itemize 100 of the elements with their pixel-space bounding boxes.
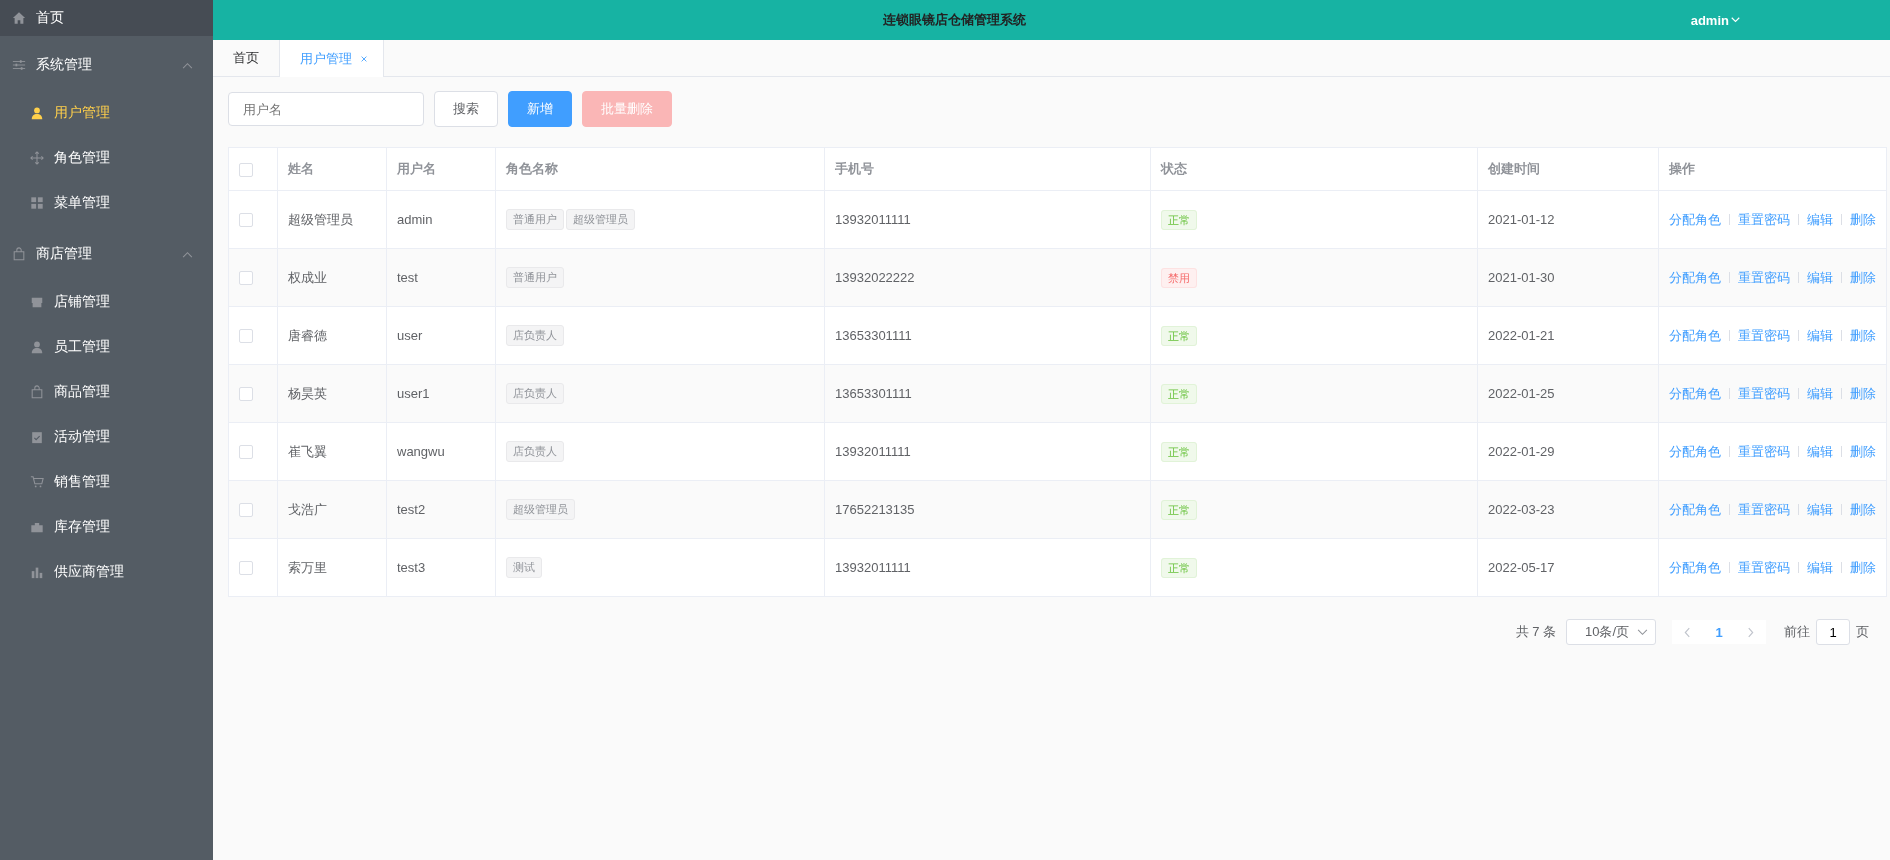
action-link[interactable]: 分配角色 xyxy=(1669,210,1721,229)
search-field[interactable]: 用户名 xyxy=(228,92,424,126)
tab[interactable]: 用户管理 xyxy=(279,40,384,77)
action-link[interactable]: 重置密码 xyxy=(1738,384,1790,403)
table-cell: 唐睿德 xyxy=(288,327,327,343)
table-cell: user1 xyxy=(397,386,430,401)
menu-item[interactable]: 菜单管理 xyxy=(0,180,213,225)
chevron-down-icon xyxy=(1637,628,1648,636)
checkbox[interactable] xyxy=(239,213,253,228)
action-link[interactable]: 编辑 xyxy=(1807,210,1833,229)
status-tag: 正常 xyxy=(1161,557,1197,578)
menu-item[interactable]: 角色管理 xyxy=(0,135,213,180)
checkbox[interactable] xyxy=(239,387,253,402)
menu-item[interactable]: 首页 xyxy=(0,0,213,36)
action-link[interactable]: 删除 xyxy=(1850,326,1876,345)
sliders-icon xyxy=(12,58,26,72)
checkbox[interactable] xyxy=(239,445,253,460)
menu-item[interactable]: 店铺管理 xyxy=(0,279,213,324)
table-cell: 13932011111 xyxy=(835,444,911,459)
table-cell: 13653301111 xyxy=(835,328,912,343)
action-link[interactable]: 分配角色 xyxy=(1669,558,1721,577)
action-link[interactable]: 重置密码 xyxy=(1738,326,1790,345)
table-cell: 2021-01-30 xyxy=(1488,270,1555,285)
menu-group[interactable]: 系统管理 xyxy=(0,40,213,90)
table-cell: 索万里 xyxy=(288,559,327,575)
action-link[interactable]: 删除 xyxy=(1850,210,1876,229)
action-link[interactable]: 编辑 xyxy=(1807,500,1833,519)
goto-label: 前往 xyxy=(1784,623,1810,641)
checkbox[interactable] xyxy=(239,271,253,286)
role-tag: 普通用户 xyxy=(506,267,564,288)
table-cell: 权成业 xyxy=(288,269,327,285)
action-link[interactable]: 重置密码 xyxy=(1738,268,1790,287)
action-button[interactable]: 搜索 xyxy=(434,91,498,127)
menu-item[interactable]: 库存管理 xyxy=(0,504,213,549)
table-cell: 超级管理员 xyxy=(288,211,353,227)
role-tag: 超级管理员 xyxy=(566,209,635,230)
page-number[interactable]: 1 xyxy=(1715,624,1723,640)
action-button[interactable]: 新增 xyxy=(508,91,572,127)
checkbox[interactable] xyxy=(239,329,253,344)
action-link[interactable]: 重置密码 xyxy=(1738,442,1790,461)
home-icon xyxy=(12,11,26,25)
action-link[interactable]: 分配角色 xyxy=(1669,442,1721,461)
table-cell: 17652213135 xyxy=(835,502,915,517)
menu-item[interactable]: 活动管理 xyxy=(0,414,213,459)
table-cell: user xyxy=(397,328,423,343)
close-icon[interactable] xyxy=(360,54,368,63)
column-header: 姓名 xyxy=(288,161,314,176)
action-link[interactable]: 重置密码 xyxy=(1738,558,1790,577)
status-tag: 正常 xyxy=(1161,325,1197,346)
action-link[interactable]: 分配角色 xyxy=(1669,268,1721,287)
next-page-icon[interactable] xyxy=(1747,626,1754,638)
menu-item[interactable]: 员工管理 xyxy=(0,324,213,369)
table-cell: test3 xyxy=(397,560,426,575)
page-input[interactable]: 1 xyxy=(1816,619,1850,645)
page-size-select[interactable]: 10条/页 xyxy=(1566,619,1656,645)
action-link[interactable]: 删除 xyxy=(1850,268,1876,287)
menu-item[interactable]: 销售管理 xyxy=(0,459,213,504)
action-link[interactable]: 删除 xyxy=(1850,442,1876,461)
action-link[interactable]: 编辑 xyxy=(1807,558,1833,577)
table-cell: 2022-05-17 xyxy=(1488,560,1555,575)
table-cell: 崔飞翼 xyxy=(288,443,327,459)
menu-item[interactable]: 用户管理 xyxy=(0,90,213,135)
status-tag: 正常 xyxy=(1161,209,1197,230)
bag-icon xyxy=(12,247,26,261)
menu-item[interactable]: 供应商管理 xyxy=(0,549,213,594)
table-cell: 13653301111 xyxy=(835,386,912,401)
column-header: 操作 xyxy=(1669,161,1695,176)
action-link[interactable]: 编辑 xyxy=(1807,326,1833,345)
clipboard-icon xyxy=(30,429,44,444)
action-link[interactable]: 编辑 xyxy=(1807,442,1833,461)
table-cell: 2021-01-12 xyxy=(1488,212,1555,227)
action-link[interactable]: 重置密码 xyxy=(1738,500,1790,519)
table-cell: 戈浩广 xyxy=(288,501,327,517)
action-link[interactable]: 分配角色 xyxy=(1669,500,1721,519)
table-cell: 13932011111 xyxy=(835,212,911,227)
menu-item[interactable]: 商品管理 xyxy=(0,369,213,414)
action-link[interactable]: 编辑 xyxy=(1807,268,1833,287)
action-link[interactable]: 删除 xyxy=(1850,558,1876,577)
action-link[interactable]: 分配角色 xyxy=(1669,326,1721,345)
user-menu[interactable]: admin xyxy=(1690,12,1740,28)
checkbox[interactable] xyxy=(239,561,253,576)
action-link[interactable]: 编辑 xyxy=(1807,384,1833,403)
table-cell: test xyxy=(397,270,418,285)
menu-group[interactable]: 商店管理 xyxy=(0,229,213,279)
status-tag: 正常 xyxy=(1161,441,1197,462)
table-cell: 2022-01-29 xyxy=(1488,444,1555,459)
tab[interactable]: 首页 xyxy=(213,40,279,76)
checkbox[interactable] xyxy=(239,162,253,177)
action-link[interactable]: 分配角色 xyxy=(1669,384,1721,403)
previous-page-icon[interactable] xyxy=(1684,626,1691,638)
role-tag: 店负责人 xyxy=(506,383,564,404)
column-header: 手机号 xyxy=(835,161,874,176)
table-cell: test2 xyxy=(397,502,426,517)
role-tag: 店负责人 xyxy=(506,441,564,462)
action-link[interactable]: 重置密码 xyxy=(1738,210,1790,229)
action-link[interactable]: 删除 xyxy=(1850,500,1876,519)
checkbox[interactable] xyxy=(239,503,253,518)
action-link[interactable]: 删除 xyxy=(1850,384,1876,403)
chevron-down-icon xyxy=(1731,17,1740,23)
column-header: 角色名称 xyxy=(506,161,558,176)
